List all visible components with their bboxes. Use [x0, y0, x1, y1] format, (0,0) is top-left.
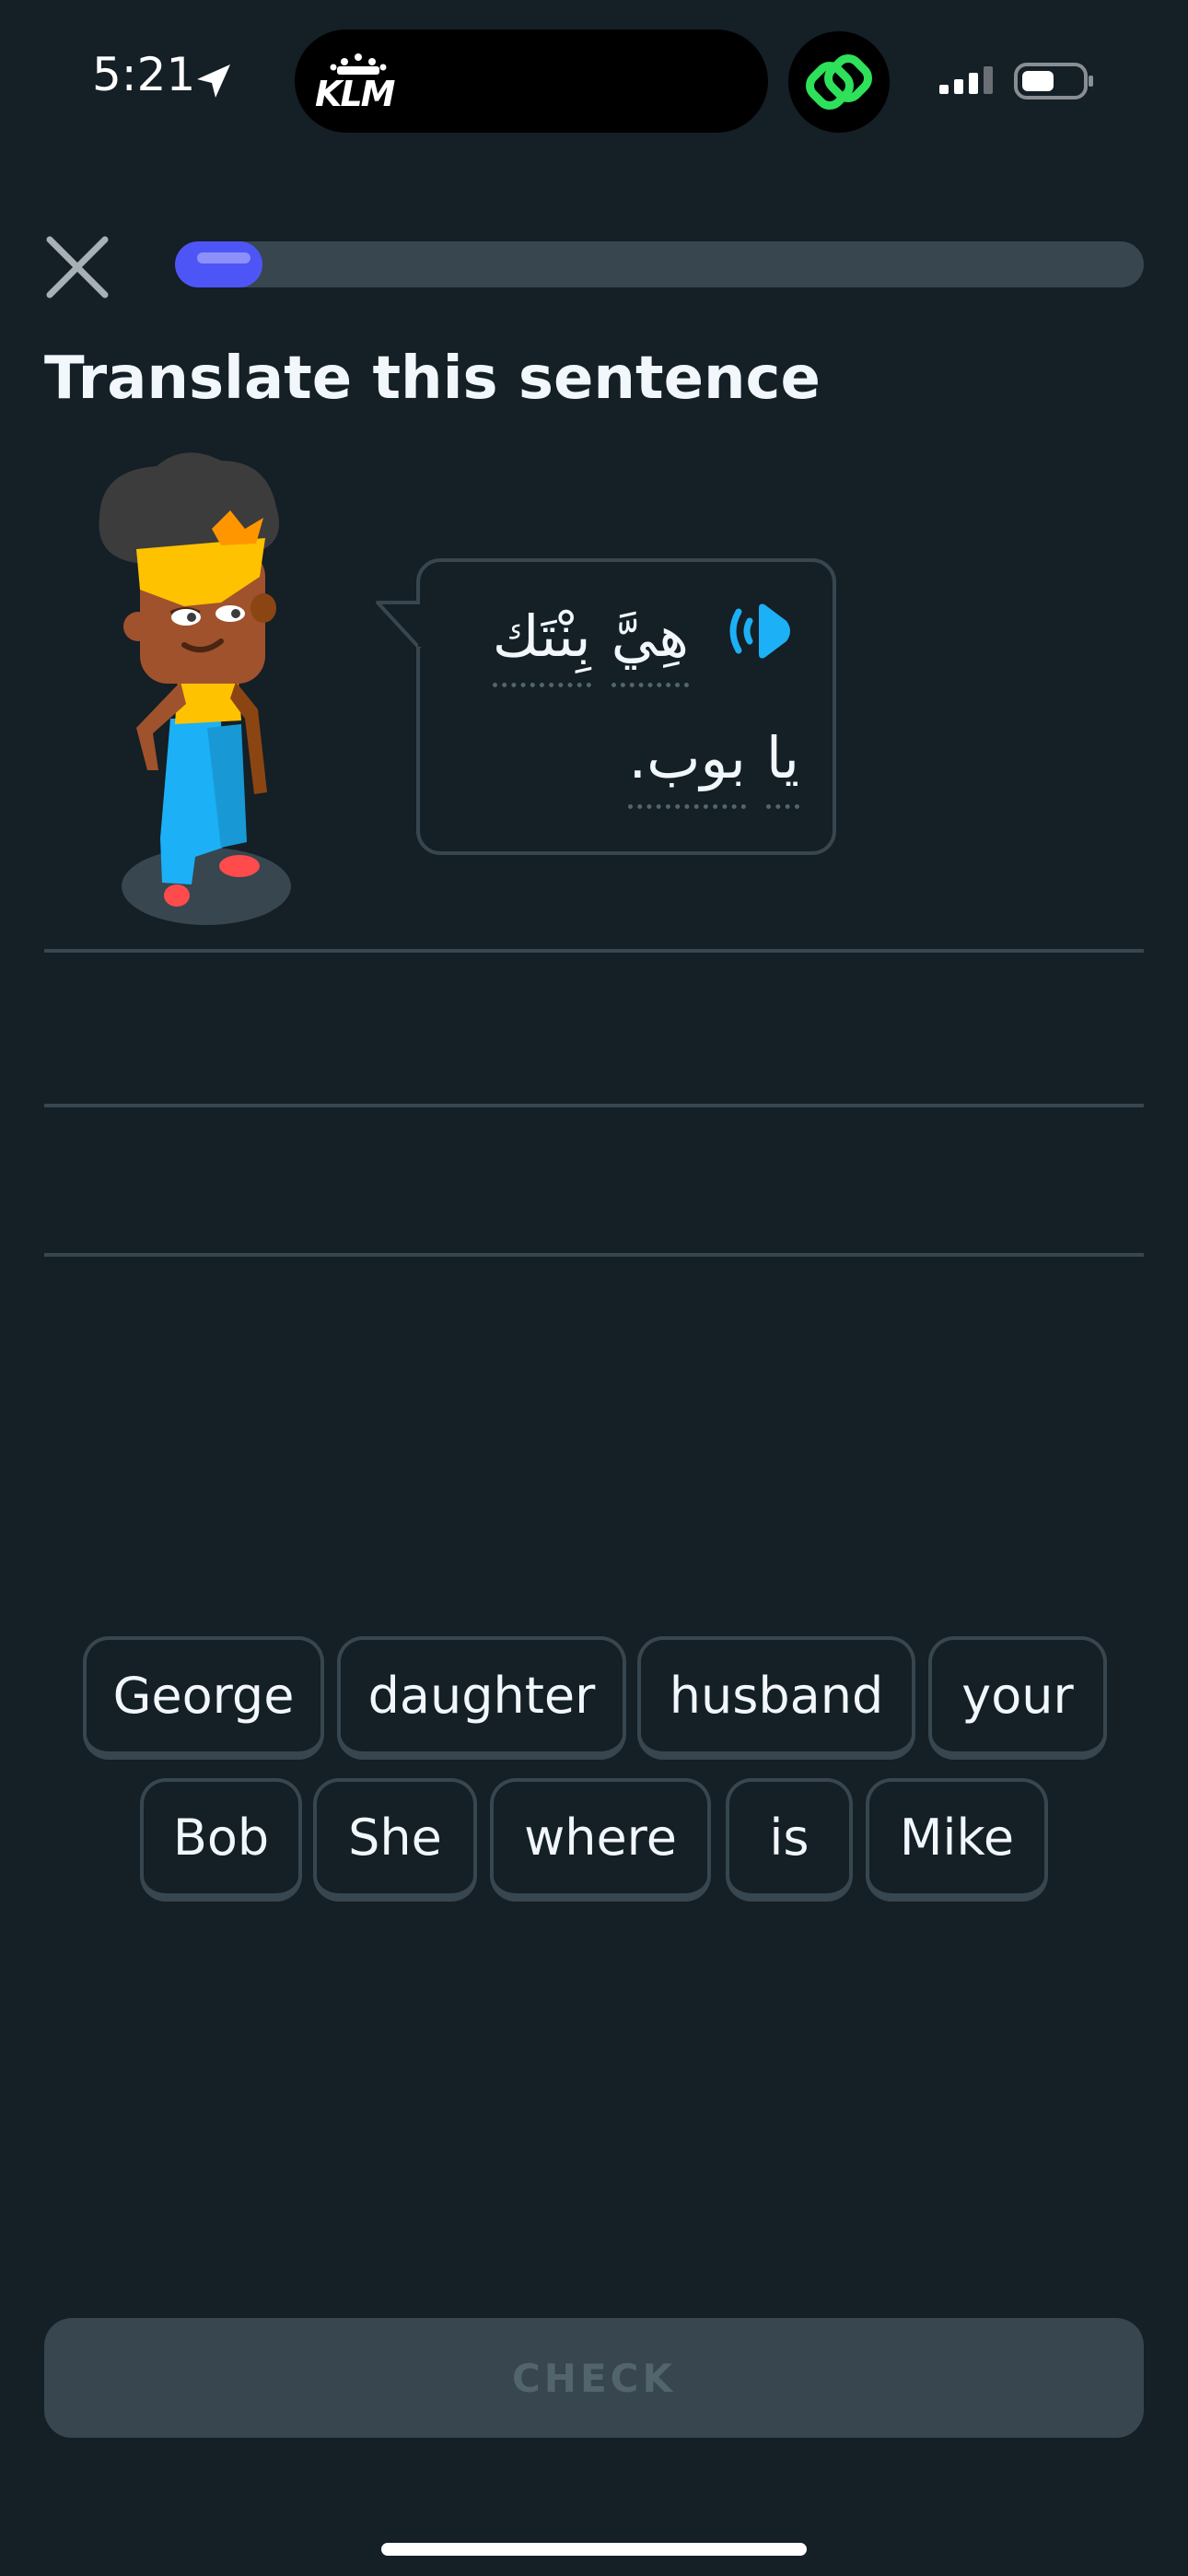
- answer-line[interactable]: [44, 1253, 1144, 1257]
- location-arrow-icon: [197, 64, 230, 98]
- word-chip-george[interactable]: George: [83, 1636, 324, 1760]
- word-chip-where[interactable]: where: [490, 1778, 711, 1902]
- word-chip-your[interactable]: your: [928, 1636, 1107, 1760]
- cellular-signal-icon: [939, 66, 993, 94]
- word-chip-daughter[interactable]: daughter: [337, 1636, 626, 1760]
- word-chip-bob[interactable]: Bob: [140, 1778, 302, 1902]
- sentence-word[interactable]: هِيَّ: [611, 603, 689, 687]
- sentence-word[interactable]: بِنْتَك: [492, 603, 591, 687]
- sentence-word[interactable]: يا: [765, 724, 799, 809]
- check-button[interactable]: CHECK: [44, 2318, 1144, 2438]
- status-time: 5:21: [92, 48, 196, 101]
- lesson-progress-bar: [175, 241, 1144, 287]
- link-activity-icon[interactable]: [788, 31, 890, 133]
- battery-icon: [1014, 63, 1093, 100]
- sentence-word[interactable]: بوب.: [628, 724, 746, 809]
- word-chip-is[interactable]: is: [726, 1778, 853, 1902]
- word-chip-husband[interactable]: husband: [637, 1636, 915, 1760]
- character-illustration: [99, 452, 291, 925]
- home-indicator[interactable]: [381, 2543, 807, 2556]
- word-chip-mike[interactable]: Mike: [866, 1778, 1048, 1902]
- klm-logo-text: KLM: [315, 74, 395, 114]
- lesson-progress-fill: [175, 241, 262, 287]
- progress-shine: [197, 252, 250, 263]
- prompt-title: Translate this sentence: [44, 345, 821, 413]
- answer-line[interactable]: [44, 949, 1144, 953]
- close-icon[interactable]: [41, 230, 114, 304]
- klm-logo: KLM: [313, 53, 405, 114]
- answer-line[interactable]: [44, 1104, 1144, 1107]
- sentence-line-2: يابوب.: [628, 724, 799, 809]
- speaker-icon[interactable]: [720, 599, 796, 663]
- word-chip-she[interactable]: She: [313, 1778, 477, 1902]
- speech-bubble-tail: [376, 601, 424, 650]
- sentence-line-1: هِيَّ بِنْتَك: [492, 603, 689, 687]
